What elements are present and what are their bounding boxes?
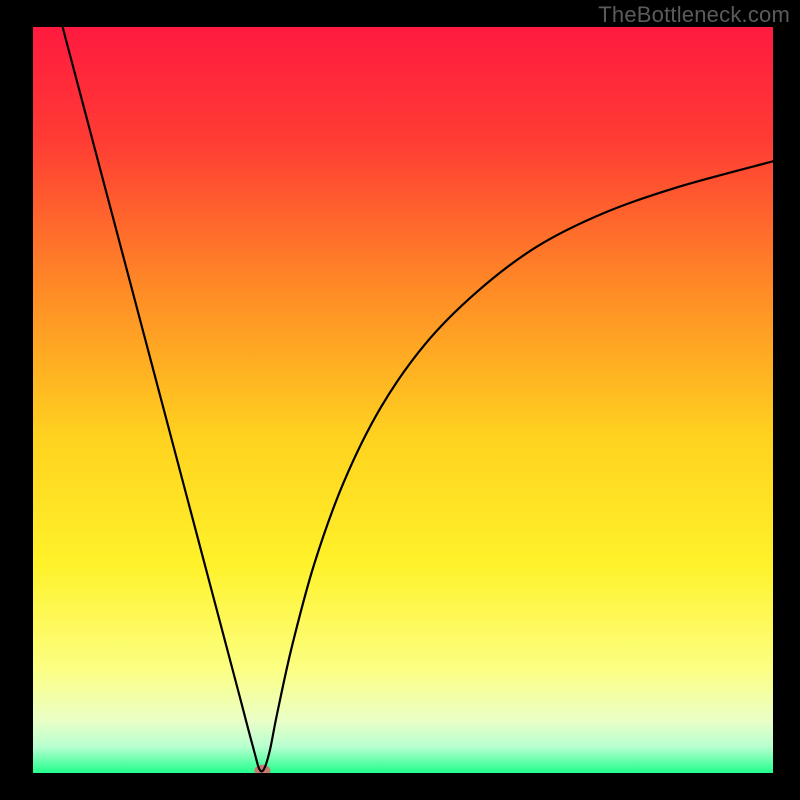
chart-plot-area	[33, 27, 773, 773]
watermark-text: TheBottleneck.com	[598, 2, 790, 28]
chart-svg	[33, 27, 773, 773]
chart-frame: TheBottleneck.com	[0, 0, 800, 800]
gradient-background	[33, 27, 773, 773]
